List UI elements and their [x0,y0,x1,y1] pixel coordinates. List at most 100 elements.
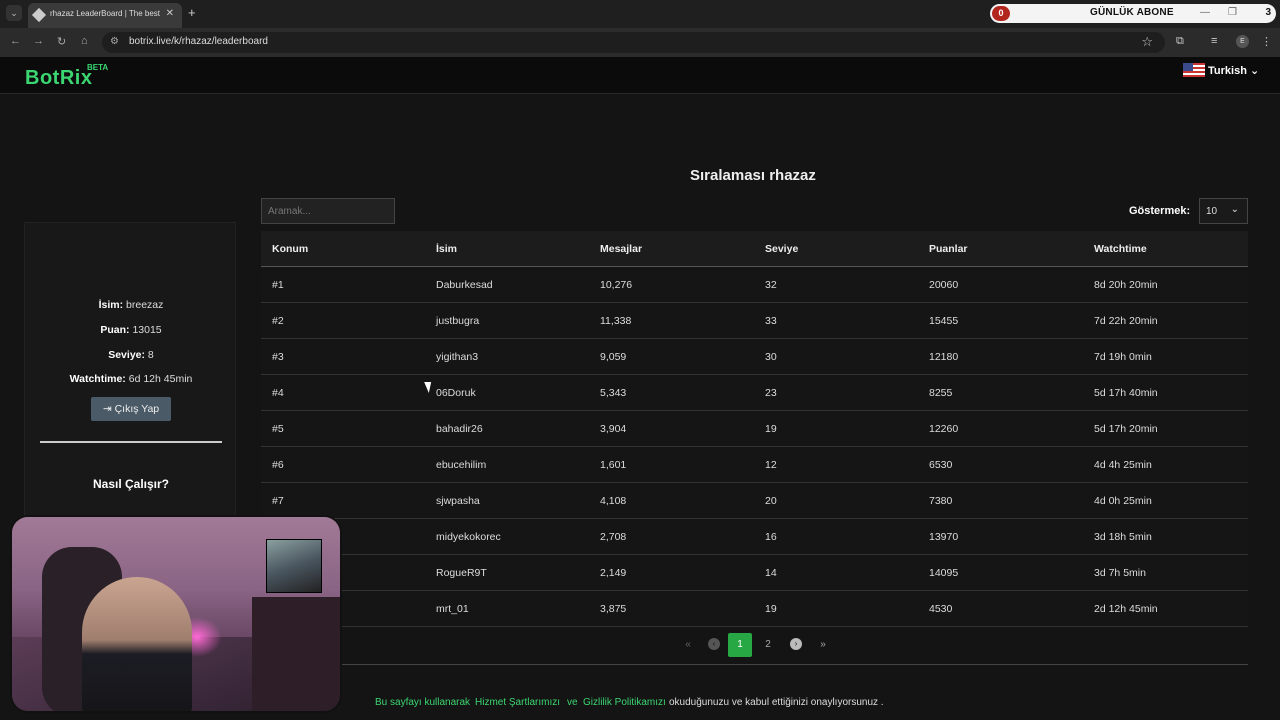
header-watchtime[interactable]: Watchtime [1094,243,1147,255]
extensions-icon[interactable]: ⧉ [1176,35,1184,48]
logout-button[interactable]: ⇥ Çıkış Yap [91,397,171,421]
botrix-logo[interactable]: BotRix [25,67,92,90]
cell-level: 12 [765,459,777,471]
next-page-icon[interactable]: › [784,633,808,657]
webcam-overlay [10,515,342,713]
cell-level: 19 [765,603,777,615]
address-bar[interactable]: ⚙ botrix.live/k/rhazaz/leaderboard ☆ [102,32,1165,53]
cell-name: RogueR9T [436,567,487,579]
home-icon[interactable]: ⌂ [81,35,88,47]
cell-watchtime: 7d 22h 20min [1094,315,1158,327]
media-icon[interactable]: ≡ [1211,35,1217,47]
profile-watchtime: Watchtime: 6d 12h 45min [69,373,193,385]
header-isim[interactable]: İsim [436,243,457,255]
cell-messages: 4,108 [600,495,627,507]
table-row: #3 yigithan3 9,059 30 12180 7d 19h 0min [261,339,1248,375]
table-row: #6 ebucehilim 1,601 12 6530 4d 4h 25min [261,447,1248,483]
cell-points: 8255 [929,387,953,399]
reload-icon[interactable]: ↻ [57,35,66,48]
page-title: Sıralaması rhazaz [690,167,816,184]
first-page-icon[interactable]: « [676,633,700,657]
browser-tab[interactable]: rhazaz LeaderBoard | The best ( ✕ [28,3,182,28]
search-input[interactable] [261,198,395,224]
profile-avatar[interactable]: E [1236,35,1249,48]
cell-watchtime: 5d 17h 20min [1094,423,1158,435]
back-icon[interactable]: ← [10,35,21,47]
table-row: RogueR9T 2,149 14 14095 3d 7h 5min [261,555,1248,591]
cell-level: 16 [765,531,777,543]
cell-messages: 11,338 [600,315,632,327]
cell-level: 20 [765,495,777,507]
table-row: midyekokorec 2,708 16 13970 3d 18h 5min [261,519,1248,555]
privacy-link[interactable]: Gizlilik Politikamızı [583,697,666,708]
cell-watchtime: 4d 4h 25min [1094,459,1152,471]
restore-icon[interactable]: ❐ [1228,7,1237,18]
header-konum[interactable]: Konum [272,243,308,255]
beta-badge: BETA [87,63,109,72]
cell-name: yigithan3 [436,351,479,363]
extension-widget: 0 GÜNLÜK ABONE — ❐ 3 [990,4,1276,23]
cell-points: 6530 [929,459,953,471]
terms-link[interactable]: Hizmet Şartlarımızı [475,697,560,708]
cell-messages: 2,149 [600,567,627,579]
forward-icon[interactable]: → [33,35,44,47]
cell-points: 12180 [929,351,959,363]
footer-prefix: Bu sayfayı kullanarak [375,697,471,708]
cell-points: 12260 [929,423,959,435]
cell-points: 7380 [929,495,953,507]
new-tab-icon[interactable]: + [188,5,196,20]
extension-label: GÜNLÜK ABONE [1090,7,1174,18]
cell-watchtime: 4d 0h 25min [1094,495,1152,507]
last-page-icon[interactable]: » [811,633,835,657]
cell-messages: 5,343 [600,387,627,399]
footer-suffix: okuduğunuzu ve kabul ettiğinizi onaylıyo… [669,697,884,708]
cell-level: 33 [765,315,777,327]
cell-messages: 3,904 [600,423,627,435]
site-header: BotRix BETA Turkish ⌄ [0,57,1280,94]
bookmark-star-icon[interactable]: ☆ [1141,34,1153,50]
cell-watchtime: 3d 7h 5min [1094,567,1146,579]
cell-rank: #2 [272,315,284,327]
cell-name: 06Doruk [436,387,476,399]
language-label: Turkish [1208,65,1247,77]
url-text: botrix.live/k/rhazaz/leaderboard [129,36,268,47]
page-1-button[interactable]: 1 [728,633,752,657]
divider [40,441,222,443]
prev-page-icon[interactable]: ‹ [702,633,726,657]
leaderboard-table: Konum İsim Mesajlar Seviye Puanlar Watch… [261,231,1248,627]
cell-points: 14095 [929,567,959,579]
table-row: mrt_01 3,875 19 4530 2d 12h 45min [261,591,1248,627]
cell-rank: #7 [272,495,284,507]
extension-number: 3 [1265,7,1271,18]
divider [261,664,1248,665]
cell-watchtime: 8d 20h 20min [1094,279,1158,291]
cell-messages: 2,708 [600,531,627,543]
cell-messages: 1,601 [600,459,627,471]
cell-name: mrt_01 [436,603,469,615]
header-mesajlar[interactable]: Mesajlar [600,243,642,255]
cell-rank: #5 [272,423,284,435]
cell-name: ebucehilim [436,459,487,471]
table-row: #4 06Doruk 5,343 23 8255 5d 17h 40min [261,375,1248,411]
browser-tabbar: ⌄ rhazaz LeaderBoard | The best ( ✕ + 0 … [0,0,1280,28]
page-2-button[interactable]: 2 [756,633,780,657]
cell-name: midyekokorec [436,531,501,543]
header-puanlar[interactable]: Puanlar [929,243,968,255]
menu-icon[interactable]: ⋮ [1261,35,1272,48]
tab-close-icon[interactable]: ✕ [166,8,174,19]
site-info-icon[interactable]: ⚙ [110,36,119,47]
cell-rank: #6 [272,459,284,471]
cell-watchtime: 2d 12h 45min [1094,603,1158,615]
minimize-icon[interactable]: — [1200,7,1210,18]
cell-level: 23 [765,387,777,399]
cell-name: bahadir26 [436,423,483,435]
show-label: Göstermek: [1129,205,1191,217]
cell-points: 4530 [929,603,953,615]
logout-icon: ⇥ [102,403,112,415]
cell-watchtime: 5d 17h 40min [1094,387,1158,399]
cell-messages: 9,059 [600,351,627,363]
tab-search-icon[interactable]: ⌄ [6,5,22,21]
header-seviye[interactable]: Seviye [765,243,798,255]
tab-title: rhazaz LeaderBoard | The best ( [50,9,160,18]
page-size-select[interactable]: 10 ⌄ [1199,198,1248,224]
